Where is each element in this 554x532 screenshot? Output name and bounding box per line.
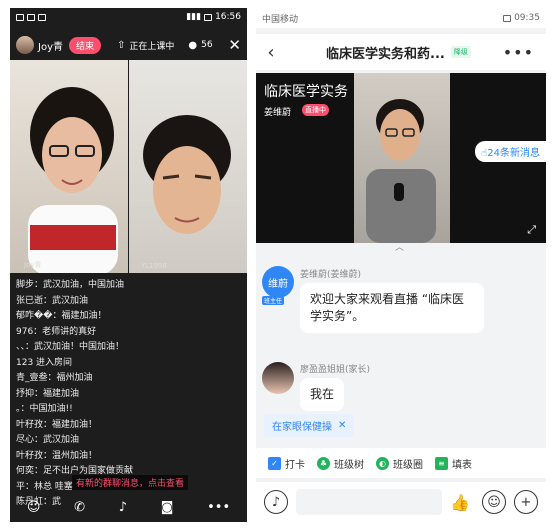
chat-message: 抒抑：福建加油 — [16, 388, 80, 399]
toolbar-label: 班级树 — [334, 459, 364, 471]
end-button[interactable]: 结束 — [69, 36, 102, 54]
signal-icon: ▮▮▮ — [186, 12, 202, 22]
sender2-avatar[interactable] — [262, 362, 294, 394]
feature-toolbar: ✓ 打卡 ♣ 班级树 ◐ 班级圈 ≡ 填表 — [256, 448, 546, 478]
status-time: 16:56 — [215, 12, 241, 22]
student-video-figure — [143, 115, 231, 234]
chat-message: 976：老师讲的真好 — [16, 326, 97, 337]
tree-icon: ♣ — [317, 456, 330, 470]
page-title: 临床医学实务和药... — [326, 46, 445, 62]
message-input[interactable] — [296, 489, 443, 515]
chat-message: 尽心：武汉加油 — [16, 435, 80, 445]
video-tile-student[interactable]: YL1998 — [129, 60, 247, 273]
live-badge: 直播中 — [302, 104, 329, 116]
collapse-icon[interactable]: ︿ — [395, 240, 404, 253]
quick-tag-label: 在家眼保健操 — [272, 422, 332, 433]
chat-message: 青_壹叁：福州加油 — [16, 373, 93, 383]
toolbar-checkin[interactable]: ✓ 打卡 — [268, 456, 305, 471]
sender1-name: 姜维蔚(姜维蔚) — [300, 270, 362, 280]
right-phone-screen: 中国移动 09:35 ‹ 临床医学实务和药... 降级 ••• 临床医学实务 姜… — [256, 8, 546, 522]
chat-message: 张已逝：武汉加油 — [16, 295, 89, 306]
close-icon[interactable]: ✕ — [338, 420, 346, 431]
chat-message: 叶秄孜：温州加油！ — [16, 450, 98, 461]
video-tile-host[interactable]: Joy青 — [10, 60, 128, 273]
add-icon[interactable]: + — [514, 490, 538, 514]
message-bubble[interactable]: 欢迎大家来观看直播 “临床医学实务”。 — [300, 283, 484, 333]
chat-message: 郁咋��：福建加油！ — [16, 311, 107, 321]
camera-icon[interactable]: ◙ — [161, 500, 174, 515]
live-header: Joy青 结束 ⇧ 正在上课中 ● 56 ✕ — [10, 30, 247, 60]
chat-message: 脚步：武汉加油，中国加油 — [16, 280, 125, 290]
live-player[interactable]: 临床医学实务 姜维蔚 直播中 ☝24条新消息 ⤢ — [256, 73, 546, 243]
new-message-tip[interactable]: 有新的群聊消息，点击查看 — [72, 475, 189, 490]
toolbar-class-circle[interactable]: ◐ 班级圈 — [376, 456, 423, 471]
battery-icon — [503, 14, 512, 22]
battery-icon — [204, 13, 213, 21]
teacher-video-figure — [366, 99, 436, 243]
more-icon[interactable]: ••• — [207, 500, 230, 515]
toolbar-class-tree[interactable]: ♣ 班级树 — [317, 456, 364, 471]
teacher-name: 姜维蔚 — [264, 108, 292, 118]
live-title: 临床医学实务 — [264, 84, 348, 100]
left-phone-screen: ▮▮▮ 16:56 Joy青 结束 ⇧ 正在上课中 ● 56 ✕ Joy青 YL1… — [10, 8, 247, 522]
role-badge: 班主任 — [262, 296, 285, 305]
voice-icon[interactable]: ♪ — [264, 490, 288, 514]
video1-label: Joy青 — [24, 261, 42, 269]
person-icon: ● — [188, 39, 198, 51]
class-status: 正在上课中 — [129, 41, 175, 52]
checkin-icon: ✓ — [268, 456, 281, 470]
bottom-toolbar: ☺ ✆ ♪ ◙ ••• — [10, 492, 247, 522]
sender1-avatar-text: 维蔚 — [268, 278, 288, 290]
status-bar: 中国移动 09:35 — [256, 8, 546, 28]
toolbar-form[interactable]: ≡ 填表 — [435, 456, 472, 471]
chat-message: 123 进入房间 — [16, 357, 73, 368]
chat-header: ‹ 临床医学实务和药... 降级 ••• — [256, 34, 546, 70]
viewer-count: 56 — [201, 40, 213, 50]
host-name: Joy青 — [38, 41, 63, 53]
phone-icon[interactable]: ✆ — [74, 500, 85, 515]
quick-tag-chip[interactable]: 在家眼保健操 ✕ — [264, 414, 355, 437]
video2-label: YL1998 — [141, 262, 167, 270]
title-tag: 降级 — [450, 46, 471, 58]
message-bubble[interactable]: 我在 — [300, 378, 345, 411]
like-icon[interactable]: 👍 — [450, 493, 470, 512]
host-avatar[interactable] — [16, 36, 34, 54]
toolbar-label: 填表 — [452, 459, 472, 471]
microphone-icon: ⇧ — [117, 39, 126, 51]
mic-icon[interactable]: ♪ — [119, 500, 127, 515]
toolbar-label: 打卡 — [285, 459, 305, 471]
chat-message: 叶秄孜：福建加油！ — [16, 419, 98, 430]
new-messages-button[interactable]: ☝24条新消息 — [475, 141, 546, 162]
emoji-icon[interactable]: ☺ — [27, 500, 41, 515]
back-icon[interactable]: ‹ — [256, 42, 286, 63]
new-messages-label: 24条新消息 — [487, 148, 540, 159]
sender1-avatar[interactable]: 维蔚 — [262, 266, 294, 298]
close-icon[interactable]: ✕ — [228, 36, 241, 54]
input-bar: ♪ 👍 ☺ + — [256, 482, 546, 522]
chat-message: 、、：武汉加油！中国加油！ — [16, 342, 125, 352]
status-bar: ▮▮▮ 16:56 — [10, 8, 247, 26]
circle-icon: ◐ — [376, 456, 389, 470]
more-icon[interactable]: ••• — [503, 43, 534, 62]
form-icon: ≡ — [435, 456, 448, 470]
carrier-label: 中国移动 — [262, 14, 299, 25]
emoji-icon[interactable]: ☺ — [482, 490, 506, 514]
chat-message: 。：中国加油!! — [16, 404, 73, 414]
host-video-figure — [28, 87, 118, 273]
sender2-name: 廖盈盈姐姐(家长) — [300, 365, 371, 375]
toolbar-label: 班级圈 — [393, 459, 423, 471]
fullscreen-icon[interactable]: ⤢ — [527, 223, 536, 237]
notification-icons — [16, 13, 46, 21]
status-time: 09:35 — [514, 13, 540, 23]
teacher-video — [354, 73, 450, 243]
